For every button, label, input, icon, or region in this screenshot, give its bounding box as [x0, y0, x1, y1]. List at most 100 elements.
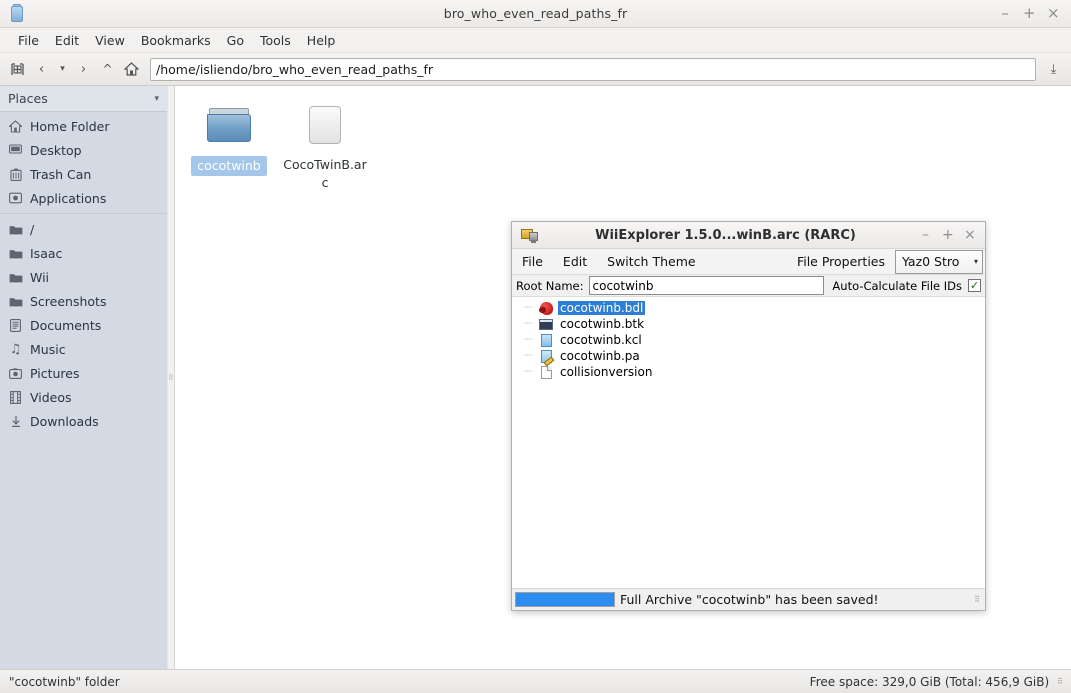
- tree-branch-icon: ····: [524, 319, 532, 329]
- sidebar-item-label: Isaac: [30, 245, 63, 261]
- sidebar-item-videos[interactable]: Videos: [0, 385, 167, 409]
- pa-file-icon: [538, 349, 554, 364]
- sidebar: Places ▾ Home Folder Desktop Trash Can A…: [0, 86, 167, 669]
- folder-icon: [8, 294, 23, 309]
- tree-item[interactable]: ···· cocotwinb.btk: [516, 316, 985, 332]
- home-icon[interactable]: [120, 57, 143, 81]
- wii-explorer-titlebar[interactable]: WiiExplorer 1.5.0...winB.arc (RARC) – + …: [512, 222, 985, 249]
- file-item-label: cocotwinb: [191, 156, 267, 177]
- desktop-icon: [8, 143, 23, 158]
- sidebar-item-wii[interactable]: Wii: [0, 265, 167, 289]
- tree-branch-icon: ····: [524, 367, 532, 377]
- sidebar-item-music[interactable]: ♫ Music: [0, 337, 167, 361]
- btk-texture-anim-icon: [538, 317, 554, 332]
- plain-file-icon: [538, 365, 554, 380]
- sidebar-item-label: Wii: [30, 269, 50, 285]
- music-icon: ♫: [9, 341, 22, 357]
- sidebar-item-label: Home Folder: [30, 118, 110, 134]
- path-value: /home/isliendo/bro_who_even_read_paths_f…: [156, 61, 434, 77]
- sidebar-item-label: Videos: [30, 389, 72, 405]
- file-manager-window-icon: [8, 3, 26, 24]
- wii-menu-file[interactable]: File: [512, 251, 553, 272]
- sidebar-divider: [0, 213, 167, 214]
- menu-edit[interactable]: Edit: [47, 31, 87, 50]
- root-name-input[interactable]: [588, 276, 825, 295]
- status-message: Full Archive "cocotwinb" has been saved!: [620, 592, 879, 607]
- kcl-collision-icon: [538, 333, 554, 348]
- sidebar-item-root[interactable]: /: [0, 217, 167, 241]
- sidebar-item-applications[interactable]: Applications: [0, 186, 167, 210]
- wii-menu-edit[interactable]: Edit: [553, 251, 597, 272]
- sidebar-header[interactable]: Places ▾: [0, 86, 167, 112]
- close-button[interactable]: ×: [1047, 6, 1060, 21]
- sidebar-item-label: Downloads: [30, 413, 99, 429]
- sidebar-item-desktop[interactable]: Desktop: [0, 138, 167, 162]
- compression-select[interactable]: Yaz0 Stro ▾: [895, 249, 983, 274]
- new-tab-icon[interactable]: [6, 57, 29, 81]
- file-manager-menubar: File Edit View Bookmarks Go Tools Help: [0, 28, 1071, 53]
- documents-icon: [8, 318, 23, 333]
- minimize-button[interactable]: –: [999, 6, 1011, 21]
- tree-item-label: cocotwinb.pa: [560, 349, 640, 363]
- tree-item-label: cocotwinb.btk: [560, 317, 645, 331]
- resize-grip-icon[interactable]: ⠿: [1057, 677, 1063, 686]
- tree-item[interactable]: ···· collisionversion: [516, 364, 985, 380]
- tree-item[interactable]: ···· cocotwinb.bdl: [516, 300, 985, 316]
- up-icon[interactable]: ^: [96, 57, 119, 81]
- minimize-button[interactable]: –: [920, 228, 931, 242]
- sidebar-item-isaac[interactable]: Isaac: [0, 241, 167, 265]
- wii-menu-file-properties[interactable]: File Properties: [787, 251, 895, 272]
- resize-grip-icon[interactable]: ⠿: [974, 595, 982, 604]
- folder-icon: [8, 222, 23, 237]
- home-icon: [8, 119, 23, 134]
- file-manager-window-controls: – + ×: [999, 6, 1071, 21]
- sidebar-item-documents[interactable]: Documents: [0, 313, 167, 337]
- sidebar-item-screenshots[interactable]: Screenshots: [0, 289, 167, 313]
- back-icon[interactable]: ‹: [30, 57, 53, 81]
- sidebar-item-pictures[interactable]: Pictures: [0, 361, 167, 385]
- sidebar-splitter[interactable]: ⠿: [167, 86, 175, 669]
- applications-icon: [8, 191, 23, 206]
- close-button[interactable]: ×: [964, 228, 976, 242]
- progress-bar: [515, 592, 615, 607]
- history-dropdown-icon[interactable]: ▾: [54, 57, 71, 81]
- chevron-down-icon[interactable]: ▾: [154, 94, 159, 104]
- sidebar-item-downloads[interactable]: Downloads: [0, 409, 167, 433]
- menu-bookmarks[interactable]: Bookmarks: [133, 31, 219, 50]
- tree-item[interactable]: ···· cocotwinb.kcl: [516, 332, 985, 348]
- menu-file[interactable]: File: [10, 31, 47, 50]
- sidebar-item-label: Screenshots: [30, 293, 107, 309]
- wii-explorer-window[interactable]: WiiExplorer 1.5.0...winB.arc (RARC) – + …: [511, 221, 986, 611]
- file-manager-toolbar: ‹ ▾ › ^ /home/isliendo/bro_who_even_read…: [0, 53, 1071, 86]
- chevron-down-icon: ▾: [973, 257, 978, 266]
- auto-calculate-checkbox[interactable]: ✓: [968, 279, 981, 292]
- videos-icon: [8, 390, 23, 405]
- wii-explorer-window-controls: – + ×: [920, 228, 985, 242]
- sidebar-item-label: Trash Can: [30, 166, 92, 182]
- menu-go[interactable]: Go: [219, 31, 252, 50]
- file-item-archive[interactable]: CocoTwinB.arc: [279, 100, 371, 192]
- archive-file-tree[interactable]: ···· cocotwinb.bdl ···· cocotwinb.btk ··…: [512, 296, 985, 588]
- sidebar-item-label: Documents: [30, 317, 102, 333]
- path-dropdown-icon[interactable]: ⤓: [1042, 57, 1065, 81]
- selection-status-text: "cocotwinb" folder: [9, 674, 120, 689]
- wii-explorer-statusbar: Full Archive "cocotwinb" has been saved!…: [512, 588, 985, 610]
- maximize-button[interactable]: +: [1023, 6, 1036, 21]
- wii-menu-switch-theme[interactable]: Switch Theme: [597, 251, 705, 272]
- file-item-folder[interactable]: cocotwinb: [183, 100, 275, 192]
- icon-grid: cocotwinb CocoTwinB.arc: [175, 86, 1071, 192]
- maximize-button[interactable]: +: [942, 228, 954, 242]
- tree-item-label: collisionversion: [560, 365, 653, 379]
- sidebar-item-trash-can[interactable]: Trash Can: [0, 162, 167, 186]
- menu-view[interactable]: View: [87, 31, 133, 50]
- progress-bar-fill: [516, 593, 614, 606]
- tree-item[interactable]: ···· cocotwinb.pa: [516, 348, 985, 364]
- tree-branch-icon: ····: [524, 351, 532, 361]
- path-input[interactable]: /home/isliendo/bro_who_even_read_paths_f…: [150, 57, 1036, 81]
- sidebar-item-home-folder[interactable]: Home Folder: [0, 114, 167, 138]
- sidebar-list: Home Folder Desktop Trash Can Applicatio…: [0, 112, 167, 669]
- menu-help[interactable]: Help: [299, 31, 344, 50]
- menu-tools[interactable]: Tools: [252, 31, 299, 50]
- forward-icon[interactable]: ›: [72, 57, 95, 81]
- compression-value: Yaz0 Stro: [902, 254, 960, 269]
